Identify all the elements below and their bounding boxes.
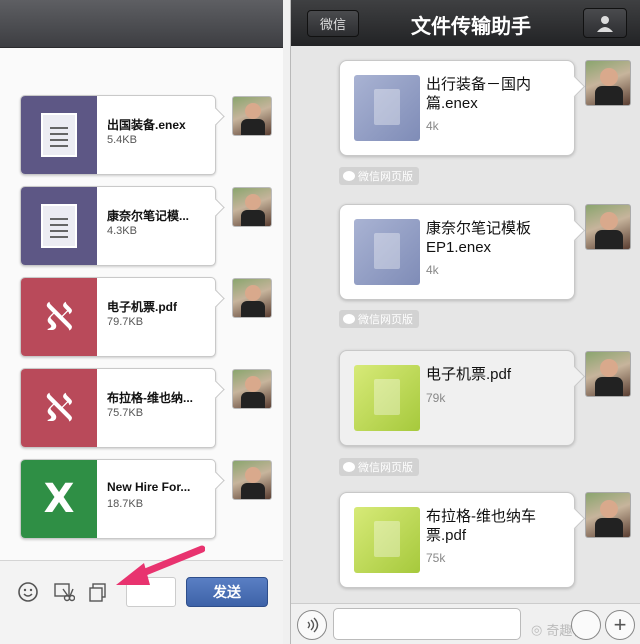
back-button[interactable]: 微信 [307,10,359,37]
file-size: 4k [426,119,439,133]
pdf-thumbnail [354,507,420,573]
file-size: 18.7KB [107,498,144,510]
file-message-3[interactable]: ℵ 布拉格-维也纳... 75.7KB [20,368,216,448]
file-name: 电子机票.pdf [107,300,177,314]
avatar[interactable] [232,96,272,136]
document-thumbnail [354,75,420,141]
avatar[interactable] [232,278,272,318]
file-size: 4k [426,263,439,277]
desktop-chat-panel: 出国装备.enex 5.4KB 康奈尔笔记模... 4.3KB ℵ 电子机票.p… [0,0,283,644]
file-size: 79k [426,391,446,405]
excel-icon: X [21,460,97,538]
document-thumbnail [354,219,420,285]
left-title-bar [0,0,283,48]
document-icon [21,96,97,174]
file-message-1[interactable]: 康奈尔笔记模... 4.3KB [20,186,216,266]
scissors-icon[interactable] [52,580,76,604]
file-message-2[interactable]: ℵ 电子机票.pdf 79.7KB [20,277,216,357]
pdf-thumbnail [354,365,420,431]
avatar[interactable] [585,204,631,250]
wechat-icon: ◎ [531,621,543,637]
file-name: 康奈尔笔记模板EP1.enex [426,220,532,256]
file-message-2[interactable]: 电子机票.pdf 79k [339,350,575,446]
pdf-icon: ℵ [21,369,97,447]
avatar[interactable] [585,492,631,538]
message-input[interactable] [333,608,521,640]
file-message-4[interactable]: X New Hire For... 18.7KB [20,459,216,539]
web-version-label: 微信网页版 [339,458,419,476]
file-name: 出行装备－国内篇.enex [426,76,532,112]
avatar[interactable] [585,351,631,397]
file-name: 布拉格-维也纳... [107,391,193,405]
copy-icon[interactable] [86,580,110,604]
smiley-icon[interactable] [16,580,40,604]
file-size: 75.7KB [107,407,144,419]
file-name: New Hire For... [107,480,191,494]
file-message-0[interactable]: 出行装备－国内篇.enex 4k [339,60,575,156]
chat-icon [343,314,355,324]
file-size: 79.7KB [107,316,144,328]
file-name: 康奈尔笔记模... [107,209,190,223]
file-size: 5.4KB [107,134,137,146]
file-message-0[interactable]: 出国装备.enex 5.4KB [20,95,216,175]
web-label-text: 微信网页版 [358,171,413,183]
voice-icon[interactable] [297,610,327,640]
document-icon [21,187,97,265]
arrow-annotation [116,545,205,585]
web-version-label: 微信网页版 [339,310,419,328]
file-message-1[interactable]: 康奈尔笔记模板EP1.enex 4k [339,204,575,300]
file-message-3[interactable]: 布拉格-维也纳车票.pdf 75k [339,492,575,588]
mobile-chat-panel: 微信 文件传输助手 出行装备－国内篇.enex 4k 微信网页版 康奈尔笔记模板… [290,0,640,644]
file-name: 出国装备.enex [107,118,186,132]
chat-icon [343,171,355,181]
avatar[interactable] [232,187,272,227]
avatar[interactable] [232,460,272,500]
chat-icon [343,462,355,472]
web-label-text: 微信网页版 [358,462,413,474]
pdf-icon: ℵ [21,278,97,356]
avatar[interactable] [585,60,631,106]
user-icon[interactable] [583,8,627,38]
file-size: 75k [426,551,446,565]
file-name: 布拉格-维也纳车票.pdf [426,508,536,544]
file-size: 4.3KB [107,225,137,237]
page-title: 文件传输助手 [411,16,531,38]
web-version-label: 微信网页版 [339,167,419,185]
plus-icon[interactable]: + [605,610,635,640]
avatar[interactable] [232,369,272,409]
web-label-text: 微信网页版 [358,314,413,326]
emoji-icon[interactable] [571,610,601,640]
file-name: 电子机票.pdf [426,366,512,383]
